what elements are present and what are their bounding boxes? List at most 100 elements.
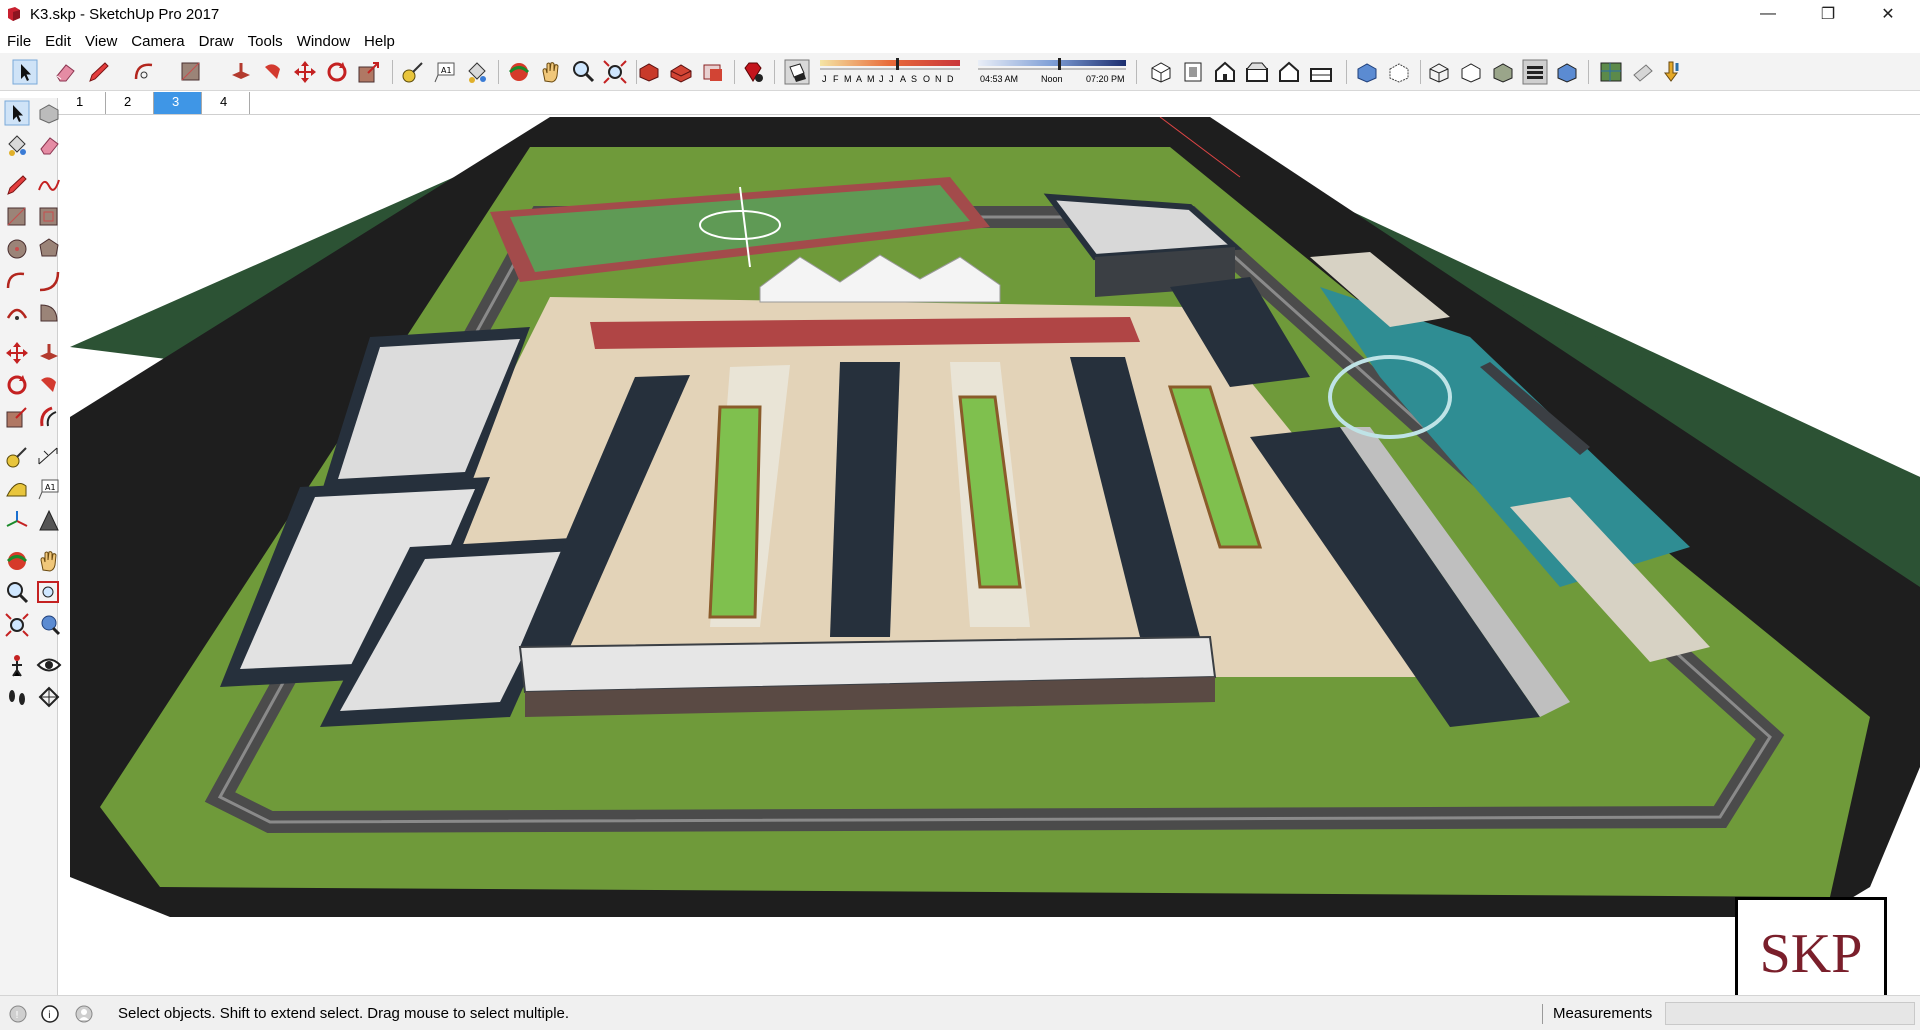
back-view-icon[interactable] xyxy=(1276,59,1302,85)
follow-me-icon[interactable] xyxy=(36,372,62,398)
paint-bucket-icon[interactable] xyxy=(464,59,490,85)
xray-icon[interactable] xyxy=(1354,59,1380,85)
three-point-arc-icon[interactable] xyxy=(4,300,30,326)
menu-draw[interactable]: Draw xyxy=(192,33,241,50)
shadow-toggle-icon[interactable] xyxy=(784,59,810,85)
protractor-icon[interactable] xyxy=(4,476,30,502)
move-icon[interactable] xyxy=(4,340,30,366)
credits-info-icon[interactable]: i xyxy=(40,1004,60,1024)
right-view-icon[interactable] xyxy=(1244,59,1270,85)
back-edges-icon[interactable] xyxy=(1386,59,1412,85)
rotated-rectangle-icon[interactable] xyxy=(36,204,62,230)
time-start-label: 04:53 AM xyxy=(980,74,1019,84)
menu-help[interactable]: Help xyxy=(357,33,402,50)
arc-icon[interactable] xyxy=(4,268,30,294)
geolocation-status-icon[interactable]: ! xyxy=(8,1004,28,1024)
select-icon[interactable] xyxy=(4,100,30,126)
rectangle-icon[interactable] xyxy=(4,204,30,230)
orbit-icon[interactable] xyxy=(506,59,532,85)
month-label: O xyxy=(923,74,931,84)
zoom-icon[interactable] xyxy=(4,580,30,606)
scene-tab-1[interactable]: 1 xyxy=(58,92,106,114)
follow-me-icon[interactable] xyxy=(260,59,286,85)
zoom-extents-icon[interactable] xyxy=(602,59,628,85)
3d-text-icon[interactable] xyxy=(1630,59,1656,85)
zoom-extents-icon[interactable] xyxy=(4,612,30,638)
pan-icon[interactable] xyxy=(538,59,564,85)
walk-icon[interactable] xyxy=(4,684,30,710)
minimize-button[interactable]: — xyxy=(1741,0,1795,28)
freehand-icon[interactable] xyxy=(36,172,62,198)
scale-icon[interactable] xyxy=(4,404,30,430)
scale-icon[interactable] xyxy=(356,59,382,85)
look-around-icon[interactable] xyxy=(36,652,62,678)
wireframe-icon[interactable] xyxy=(1426,59,1452,85)
menu-tools[interactable]: Tools xyxy=(241,33,290,50)
3d-text-icon[interactable] xyxy=(36,508,62,534)
shaded-textures-icon[interactable] xyxy=(1522,59,1548,85)
two-point-arc-icon[interactable] xyxy=(36,268,62,294)
shape-icon[interactable] xyxy=(178,59,204,85)
iso-view-icon[interactable] xyxy=(1148,59,1174,85)
tape-measure-icon[interactable] xyxy=(4,444,30,470)
zoom-window-icon[interactable] xyxy=(36,580,62,606)
top-view-icon[interactable] xyxy=(1180,59,1206,85)
hidden-line-icon[interactable] xyxy=(1458,59,1484,85)
rotate-icon[interactable] xyxy=(324,59,350,85)
monochrome-icon[interactable] xyxy=(1554,59,1580,85)
line-icon[interactable] xyxy=(4,172,30,198)
date-slider[interactable] xyxy=(818,57,1130,73)
orbit-icon[interactable] xyxy=(4,548,30,574)
eraser-icon[interactable] xyxy=(36,132,62,158)
pencil-line-icon[interactable] xyxy=(86,59,112,85)
zoom-icon[interactable] xyxy=(570,59,596,85)
text-icon[interactable]: A1 xyxy=(36,476,62,502)
arc-icon[interactable] xyxy=(132,59,158,85)
menu-view[interactable]: View xyxy=(78,33,124,50)
extension-warehouse-icon[interactable] xyxy=(668,59,694,85)
scene-tab-3[interactable]: 3 xyxy=(154,92,202,114)
measurements-input[interactable] xyxy=(1665,1002,1915,1025)
pan-icon[interactable] xyxy=(36,548,62,574)
position-camera-icon[interactable] xyxy=(4,652,30,678)
ruby-icon[interactable] xyxy=(740,59,766,85)
scene-tab-2[interactable]: 2 xyxy=(106,92,154,114)
paint-bucket-icon[interactable] xyxy=(4,132,30,158)
geo-location-icon[interactable] xyxy=(1598,59,1624,85)
axes-icon[interactable] xyxy=(4,508,30,534)
layout-icon[interactable] xyxy=(700,59,726,85)
time-end-label: 07:20 PM xyxy=(1086,74,1125,84)
offset-icon[interactable] xyxy=(36,404,62,430)
previous-view-icon[interactable] xyxy=(36,612,62,638)
front-view-icon[interactable] xyxy=(1212,59,1238,85)
push-pull-icon[interactable] xyxy=(228,59,254,85)
account-icon[interactable] xyxy=(74,1004,94,1024)
component-icon[interactable] xyxy=(36,100,62,126)
scene-tab-4[interactable]: 4 xyxy=(202,92,250,114)
rotate-icon[interactable] xyxy=(4,372,30,398)
move-icon[interactable] xyxy=(292,59,318,85)
month-label: S xyxy=(911,74,918,84)
eraser-icon[interactable] xyxy=(52,59,78,85)
menu-file[interactable]: File xyxy=(0,33,38,50)
section-plane-icon[interactable] xyxy=(36,684,62,710)
tape-measure-icon[interactable] xyxy=(400,59,426,85)
model-viewport[interactable] xyxy=(70,117,1920,995)
warehouse-icon[interactable] xyxy=(636,59,662,85)
shaded-icon[interactable] xyxy=(1490,59,1516,85)
menu-camera[interactable]: Camera xyxy=(124,33,191,50)
text-icon[interactable]: A1 xyxy=(432,59,458,85)
menu-edit[interactable]: Edit xyxy=(38,33,78,50)
pie-icon[interactable] xyxy=(36,300,62,326)
left-view-icon[interactable] xyxy=(1308,59,1334,85)
large-tool-set: A1 xyxy=(0,98,62,995)
download-icon[interactable] xyxy=(1660,59,1686,85)
push-pull-icon[interactable] xyxy=(36,340,62,366)
close-button[interactable]: ✕ xyxy=(1861,0,1915,28)
select-icon[interactable] xyxy=(12,59,38,85)
maximize-button[interactable]: ❐ xyxy=(1801,0,1855,28)
dimension-icon[interactable] xyxy=(36,444,62,470)
polygon-icon[interactable] xyxy=(36,236,62,262)
menu-window[interactable]: Window xyxy=(290,33,357,50)
circle-icon[interactable] xyxy=(4,236,30,262)
